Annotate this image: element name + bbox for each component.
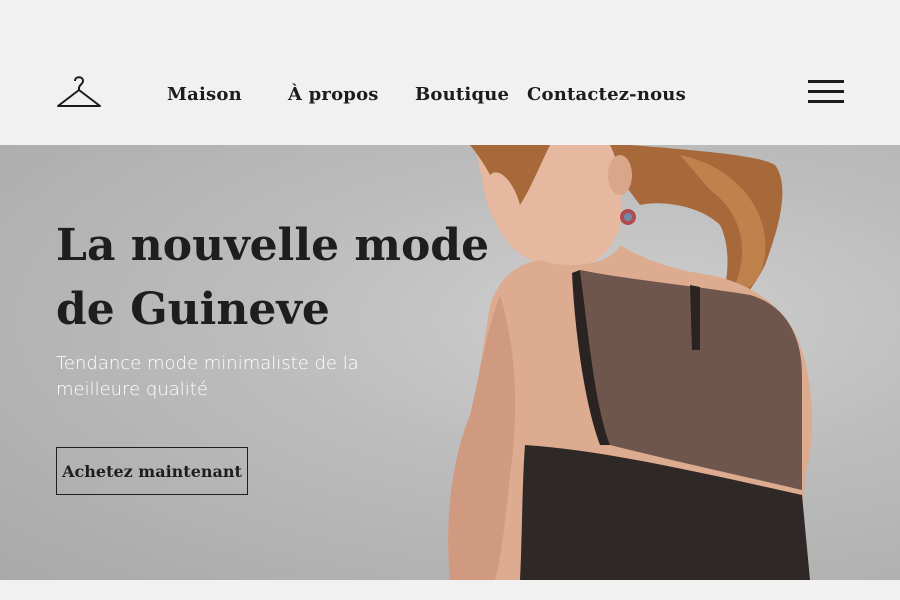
nav-item-a-propos[interactable]: À propos xyxy=(288,84,379,105)
nav-item-contactez-nous[interactable]: Contactez-nous xyxy=(527,84,686,105)
menu-line xyxy=(808,100,844,103)
site-header: Maison À propos Boutique Contactez-nous xyxy=(0,0,900,145)
shop-now-button[interactable]: Achetez maintenant xyxy=(56,447,248,495)
hamburger-menu-icon[interactable] xyxy=(808,80,844,104)
page-bottom-strip xyxy=(0,580,900,600)
menu-line xyxy=(808,90,844,93)
hero-title: La nouvelle mode de Guineve xyxy=(56,220,490,335)
nav-item-boutique[interactable]: Boutique xyxy=(415,84,509,105)
clothes-hanger-icon[interactable] xyxy=(56,73,102,111)
nav-item-maison[interactable]: Maison xyxy=(167,84,242,105)
hero-model-image xyxy=(448,145,812,580)
menu-line xyxy=(808,80,844,83)
hero-subtitle: Tendance mode minimaliste de la meilleur… xyxy=(56,353,359,400)
